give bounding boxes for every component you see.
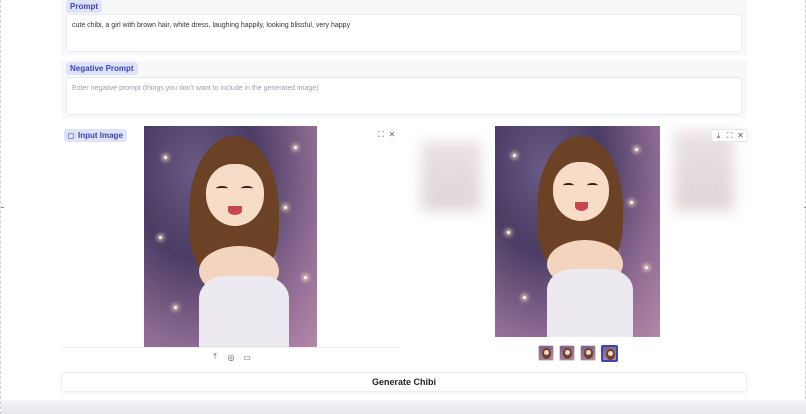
input-image-label: Input Image — [64, 129, 127, 142]
gallery-controls: ⤓ ⛶ ✕ — [711, 129, 748, 142]
clipboard-icon[interactable]: ▭ — [242, 353, 252, 362]
close-icon[interactable]: ✕ — [387, 130, 397, 140]
app-page: Prompt cute chibi, a girl with brown hai… — [0, 0, 806, 414]
image-icon — [68, 132, 74, 139]
gallery-thumbnail[interactable] — [538, 345, 554, 361]
prompt-panel: Prompt cute chibi, a girl with brown hai… — [61, 0, 747, 55]
upload-icon[interactable]: ⤒ — [210, 352, 220, 362]
gallery-prev-image[interactable] — [421, 141, 481, 211]
input-image-preview — [144, 126, 317, 347]
fullscreen-icon[interactable]: ⛶ — [725, 131, 734, 140]
prompt-label: Prompt — [66, 0, 102, 13]
input-image-toolbar: ⤒ ◎ ▭ — [61, 347, 401, 366]
gallery-next-image[interactable] — [674, 131, 734, 211]
negative-prompt-input[interactable]: Enter negative prompt (things you don't … — [66, 77, 742, 115]
input-image-panel[interactable]: Input Image ⛶ ✕ — [61, 126, 401, 366]
negative-prompt-label: Negative Prompt — [66, 62, 138, 75]
left-edge-marker — [1, 207, 4, 208]
gallery-thumbnail[interactable] — [580, 345, 596, 361]
gallery-thumbnail[interactable] — [559, 345, 575, 361]
negative-prompt-panel: Negative Prompt Enter negative prompt (t… — [61, 60, 747, 118]
input-image-label-text: Input Image — [78, 131, 123, 140]
output-image-preview[interactable] — [495, 126, 660, 337]
page-footer-shadow — [1, 400, 806, 414]
gallery-thumbnails — [538, 345, 618, 362]
close-icon[interactable]: ✕ — [736, 131, 745, 140]
gallery-thumbnail-selected[interactable] — [601, 345, 618, 362]
generate-button[interactable]: Generate Chibi — [61, 372, 747, 392]
prompt-input[interactable]: cute chibi, a girl with brown hair, whit… — [66, 14, 742, 52]
fullscreen-icon[interactable]: ⛶ — [376, 130, 386, 140]
output-gallery-panel: ⤓ ⛶ ✕ — [406, 126, 748, 366]
download-icon[interactable]: ⤓ — [714, 131, 723, 140]
webcam-icon[interactable]: ◎ — [226, 353, 236, 362]
